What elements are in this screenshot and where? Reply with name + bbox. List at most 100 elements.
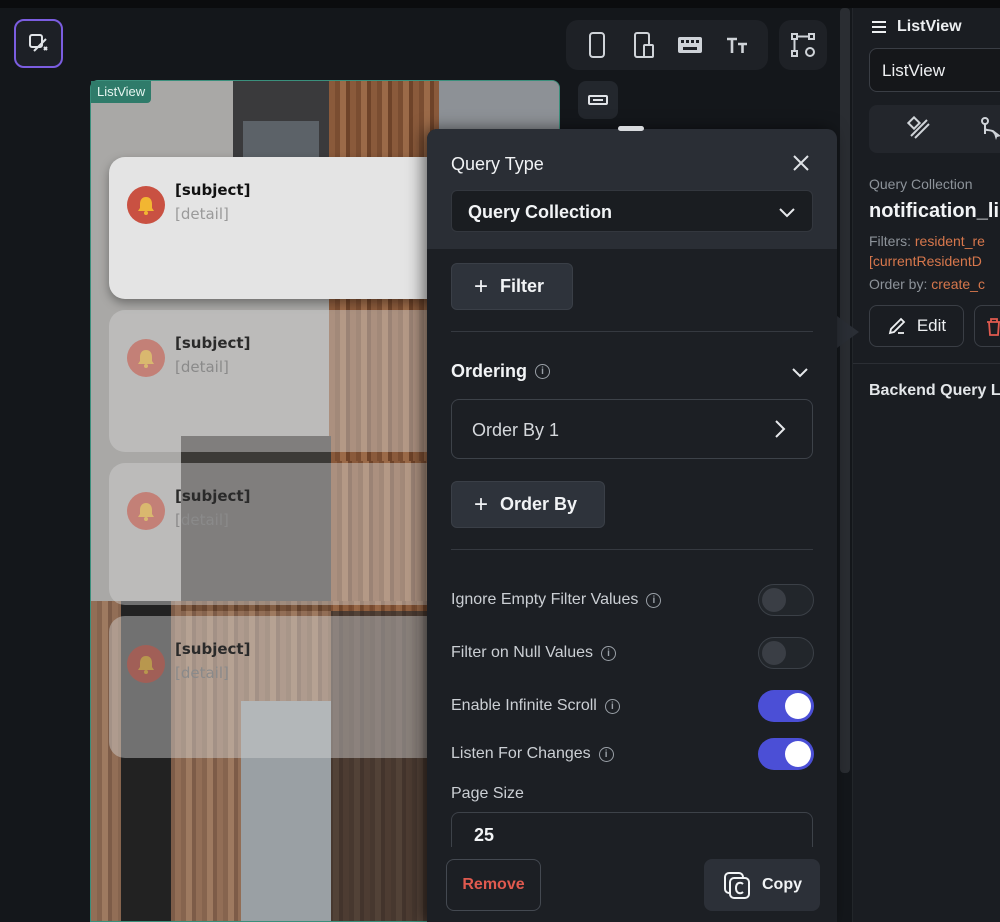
filters-value: resident_re [914,233,985,249]
info-icon[interactable]: i [535,364,551,379]
option-label: Ignore Empty Filter Values [451,591,639,608]
plus-icon: + [474,272,489,300]
drag-handle[interactable] [618,126,644,131]
collapse-widget-button[interactable] [578,81,618,119]
query-panel-title: Query Type [451,154,544,174]
query-panel-header: Query Type Query Collection [427,129,837,249]
minimize-icon [588,95,608,105]
card-detail: [detail] [175,205,229,223]
option-filter-null: Filter on Null Values i [451,644,616,662]
chevron-right-icon [775,420,786,438]
divider [451,331,813,332]
order-by-item[interactable]: Order By 1 [451,399,813,459]
query-type-label: Query Collection [869,176,973,192]
add-filter-button[interactable]: + Filter [451,263,573,310]
toggle-knob [785,693,811,719]
order-by-item-label: Order By 1 [472,420,560,440]
info-icon[interactable]: i [604,698,620,714]
option-label: Enable Infinite Scroll [451,697,597,714]
bell-icon [127,339,165,377]
menu-icon [872,21,886,33]
info-icon[interactable]: i [598,746,614,762]
top-strip [0,0,1000,8]
panel-tabs [869,105,1000,153]
option-infinite-scroll: Enable Infinite Scroll i [451,697,620,715]
app-root: [subject] [detail] [subject] [detail] [s… [0,0,1000,922]
listen-changes-toggle[interactable] [758,738,814,770]
delete-query-button[interactable] [974,305,1000,347]
actions-flow-icon[interactable] [979,116,1000,142]
tablet-icon[interactable] [628,29,660,61]
device-toolbar [566,20,768,70]
magic-tool-button[interactable] [14,19,63,68]
backend-query-label: Backend Query L [869,382,1000,399]
option-label: Filter on Null Values [451,644,593,661]
chevron-down-icon[interactable] [791,363,809,381]
query-type-value: Query Collection [468,202,613,222]
text-size-icon[interactable] [721,29,753,61]
bell-icon [127,492,165,530]
info-icon[interactable]: i [646,592,662,608]
collection-name: notification_li [869,200,999,222]
remove-button[interactable]: Remove [446,859,541,911]
option-label: Listen For Changes [451,745,591,762]
phone-icon[interactable] [581,29,613,61]
ignore-empty-toggle[interactable] [758,584,814,616]
query-type-select[interactable]: Query Collection [451,190,813,232]
order-summary: Order by: create_c [869,276,985,292]
panel-footer: Remove Copy [427,847,837,922]
card-detail: [detail] [175,664,229,682]
edit-query-button[interactable]: Edit [869,305,964,347]
option-listen-changes: Listen For Changes i [451,745,614,763]
divider [853,363,1000,364]
close-icon[interactable] [791,153,811,173]
toggle-knob [785,741,811,767]
info-icon[interactable]: i [600,645,616,661]
card-detail: [detail] [175,358,229,376]
bell-icon [127,186,165,224]
widget-name-value: ListView [882,61,945,80]
chevron-down-icon [779,208,795,218]
query-type-panel: Query Type Query Collection + Filter Ord… [427,129,837,922]
popover-pointer [837,316,859,348]
copy-button[interactable]: Copy [704,859,820,911]
toggle-knob [762,641,786,665]
card-subject: [subject] [175,640,251,658]
card-detail: [detail] [175,511,229,529]
copy-icon [724,872,750,899]
order-label: Order by: [869,276,928,292]
page-size-label: Page Size [451,785,524,802]
option-ignore-empty: Ignore Empty Filter Values i [451,591,662,609]
filters-value-2: [currentResidentD [869,253,982,269]
card-subject: [subject] [175,487,251,505]
graph-settings-button[interactable] [779,20,827,70]
add-filter-label: Filter [500,276,545,296]
ordering-section-label: Ordering i [451,361,551,382]
order-value: create_c [931,276,985,292]
scrollbar[interactable] [840,8,850,773]
trash-icon [987,318,1000,336]
filter-null-toggle[interactable] [758,637,814,669]
edit-label: Edit [916,316,947,335]
card-subject: [subject] [175,334,251,352]
graph-settings-icon [791,33,815,57]
copy-label: Copy [762,876,802,893]
plus-icon: + [474,490,489,518]
filters-label: Filters: [869,233,911,249]
bell-icon [127,645,165,683]
widget-name-input[interactable]: ListView [869,48,1000,92]
toggle-knob [762,588,786,612]
infinite-scroll-toggle[interactable] [758,690,814,722]
widget-tag: ListView [91,81,152,103]
panel-header: ListView [871,18,962,36]
ordering-label: Ordering [451,361,528,381]
add-order-by-button[interactable]: + Order By [451,481,605,528]
card-subject: [subject] [175,181,251,199]
page-size-value: 25 [474,825,495,845]
add-order-by-label: Order By [500,494,578,514]
keyboard-icon[interactable] [674,29,706,61]
divider [451,549,813,550]
panel-title: ListView [897,18,962,35]
properties-panel: ListView ListView Query Collection notif… [852,8,1000,922]
design-tools-icon[interactable] [907,116,933,142]
